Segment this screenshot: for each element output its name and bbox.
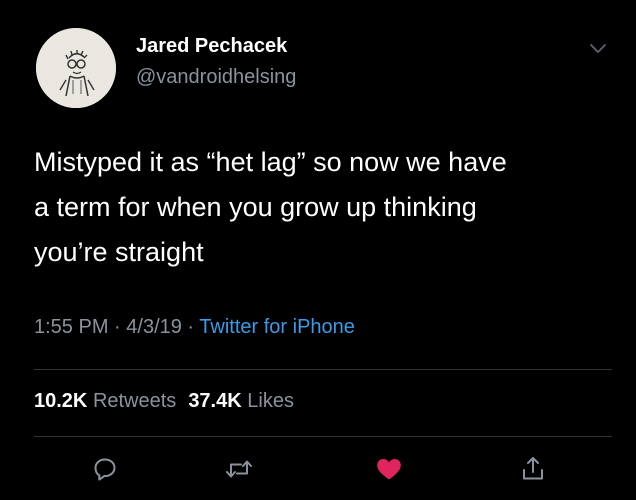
divider [34, 436, 612, 437]
retweets-stat[interactable]: 10.2K Retweets [34, 390, 176, 412]
like-button[interactable] [372, 452, 406, 486]
tweet-card: Jared Pechacek @vandroidhelsing Mistyped… [0, 0, 636, 500]
likes-count: 37.4K [188, 390, 242, 412]
chevron-down-icon [590, 44, 606, 53]
share-button[interactable] [516, 452, 550, 486]
author-handle[interactable]: @vandroidhelsing [136, 66, 296, 89]
likes-stat[interactable]: 37.4K Likes [188, 390, 294, 412]
tweet-text: Mistyped it as “het lag” so now we have … [34, 147, 507, 267]
heart-icon [377, 459, 401, 480]
more-options-button[interactable] [584, 38, 612, 60]
retweet-icon [226, 460, 252, 478]
meta-separator: · [181, 316, 200, 338]
likes-label: Likes [247, 390, 294, 412]
author-display-name[interactable]: Jared Pechacek [136, 35, 287, 58]
avatar[interactable] [36, 28, 116, 108]
reply-icon [94, 458, 116, 481]
tweet-stats: 10.2K Retweets 37.4K Likes [34, 390, 294, 413]
tweet-source-link[interactable]: Twitter for iPhone [199, 316, 355, 338]
avatar-drawing-icon [36, 28, 116, 108]
tweet-date: 4/3/19 [126, 316, 182, 338]
tweet-meta: 1:55 PM · 4/3/19 · Twitter for iPhone [34, 316, 355, 339]
reply-button[interactable] [88, 452, 122, 486]
retweets-label: Retweets [92, 390, 177, 412]
retweets-count: 10.2K [34, 390, 88, 412]
share-icon [523, 457, 543, 480]
meta-separator: · [108, 316, 127, 338]
divider [34, 369, 612, 370]
retweet-button[interactable] [222, 452, 256, 486]
tweet-time: 1:55 PM [34, 316, 109, 338]
